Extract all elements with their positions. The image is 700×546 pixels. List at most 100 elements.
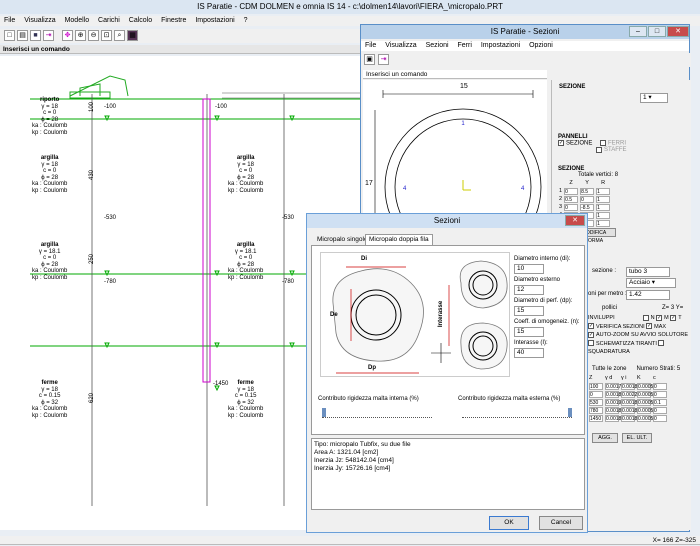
info-line: Area A: 1321.04 [cm2] — [314, 449, 379, 456]
sezioni-toolbar: ▣ ⇥ — [361, 53, 691, 67]
ok-button[interactable]: OK — [489, 516, 529, 530]
sezioni-menubar: File Visualizza Sezioni Ferri Impostazio… — [361, 41, 689, 51]
i-label: Interasse (I): — [514, 340, 548, 346]
material-select[interactable]: Acciaio ▾ — [626, 278, 676, 288]
menu-finestre[interactable]: Finestre — [161, 17, 186, 24]
options-group: INVILUPPI N ✓ M ✓ T ✓ VERIFICA SEZIONI ✓ MAX … — [588, 314, 688, 355]
di-input[interactable]: 10 — [514, 264, 544, 274]
m-checkbox[interactable]: ✓ — [656, 314, 663, 321]
info-box: Tipo: micropalo Tubfix, su due file Area… — [311, 438, 585, 510]
minimize-icon[interactable]: – — [629, 26, 647, 37]
main-status-bar: X= 166 Z=-325 — [0, 536, 700, 545]
img-dp-label: Dp — [368, 365, 376, 371]
sez-menu-ferri[interactable]: Ferri — [458, 42, 472, 49]
dp-input[interactable]: 15 — [514, 306, 544, 316]
sez-menu-sezioni[interactable]: Sezioni — [426, 42, 449, 49]
max-checkbox[interactable]: ✓ — [646, 323, 653, 330]
tab-content: Di De Dp Interasse Diametro interno (di)… — [311, 245, 585, 435]
info-line: Inerzia Jy: 15726.16 [cm4] — [314, 465, 391, 472]
pannelli-staffe-checkbox[interactable] — [596, 146, 602, 153]
n-label: Coeff. di omogeneiz. (n): — [514, 319, 580, 325]
main-title: IS Paratie - CDM DOLMEN e omnia IS 14 - … — [0, 0, 700, 14]
table-row[interactable]: 100 0.0017 0.0018 0.00050 0 — [588, 382, 668, 390]
exit-icon[interactable]: ⇥ — [43, 30, 54, 41]
sez-menu-file[interactable]: File — [365, 42, 376, 49]
svg-text:1: 1 — [461, 121, 465, 127]
img-interasse-label: Interasse — [438, 300, 445, 328]
slider-thumb[interactable] — [568, 408, 572, 417]
pannelli-ferri-checkbox[interactable] — [600, 140, 607, 146]
i-input[interactable]: 40 — [514, 348, 544, 358]
slider-thumb[interactable] — [322, 408, 326, 417]
table-row[interactable]: 2 0.5 0 1 — [558, 195, 611, 203]
autozoom-checkbox[interactable]: ✓ — [588, 331, 594, 338]
slider2-label: Contributo rigidezza malta esterna (%) — [458, 396, 561, 402]
sez-menu-visualizza[interactable]: Visualizza — [385, 42, 416, 49]
thick-4: 620 — [89, 392, 96, 404]
menu-carichi[interactable]: Carichi — [98, 17, 120, 24]
maximize-icon[interactable]: □ — [648, 26, 666, 37]
section-tool-icon[interactable]: ▣ — [364, 54, 375, 65]
soil-label-2: argilla γ = 18 c = 0 ϕ = 28 ka : Coulomb … — [32, 155, 68, 194]
sezioni-dialog: Sezioni ✕ Micropalo singolo Micropalo do… — [306, 213, 588, 533]
menu-calcolo[interactable]: Calcolo — [129, 17, 152, 24]
section-dim-left: 17 — [365, 180, 373, 187]
sez-menu-opzioni[interactable]: Opzioni — [529, 42, 553, 49]
section-type-field[interactable]: tubo 3 — [626, 267, 670, 277]
n-input[interactable]: 15 — [514, 327, 544, 337]
sez-exit-icon[interactable]: ⇥ — [378, 54, 389, 65]
main-command-bar[interactable]: Inserisci un comando — [0, 45, 360, 54]
squadratura-checkbox[interactable] — [658, 340, 665, 347]
table-row[interactable]: 3 0 -8.5 1 — [558, 203, 611, 211]
slider-malta-esterna[interactable] — [462, 408, 572, 418]
new-file-icon[interactable]: □ — [4, 30, 15, 41]
zoom-out-icon[interactable]: ⊖ — [88, 30, 99, 41]
soil-label-3: argilla γ = 18.1 c = 0 ϕ = 28 ka : Coulom… — [32, 242, 68, 281]
cancel-button[interactable]: Cancel — [539, 516, 583, 530]
table-row[interactable]: 1450 0.0018 0.0018 0.00050 0 — [588, 414, 668, 422]
menu-visualizza[interactable]: Visualizza — [24, 17, 55, 24]
depth-right-1: -100 — [215, 104, 228, 110]
di-label: Diametro interno (di): — [514, 256, 571, 262]
section-number-select[interactable]: 1 ▾ — [640, 93, 668, 103]
strata-header: Tutte le zone Numero Strati: 5 — [592, 366, 681, 372]
sez-menu-impostazioni[interactable]: Impostazioni — [481, 42, 520, 49]
menu-file[interactable]: File — [4, 17, 15, 24]
menu-modello[interactable]: Modello — [65, 17, 90, 24]
sezione-group: SEZIONE 1 ▾ — [558, 84, 678, 128]
strata-table: Zγ dγ iKc 100 0.0017 0.0018 0.00050 0 0 0.001… — [588, 374, 668, 422]
t-checkbox[interactable]: ✓ — [670, 314, 677, 321]
slider-malta-interna[interactable] — [322, 408, 432, 418]
zy-readout: Z= 3 Y= — [662, 305, 684, 311]
el-ult-button[interactable]: EL. ULT. — [622, 433, 652, 443]
zoom-all-icon[interactable]: ⌕ — [114, 30, 125, 41]
schematizza-checkbox[interactable] — [588, 340, 594, 347]
agg-button[interactable]: AGG. — [592, 433, 618, 443]
excavator-icon — [69, 75, 129, 99]
zoom-window-icon[interactable]: ⊡ — [101, 30, 112, 41]
table-row[interactable]: 780 0.0018 0.0018 0.00050 0 — [588, 406, 668, 414]
n-checkbox[interactable] — [642, 314, 649, 321]
close-icon[interactable]: ✕ — [667, 26, 689, 37]
thick-3: 250 — [89, 253, 96, 265]
save-icon[interactable]: ■ — [30, 30, 41, 41]
verifica-checkbox[interactable]: ✓ — [588, 323, 594, 330]
open-folder-icon[interactable]: ▤ — [17, 30, 28, 41]
pannelli-sezione-checkbox[interactable]: ✓ — [558, 140, 564, 146]
de-input[interactable]: 12 — [514, 285, 544, 295]
dialog-title: Sezioni — [307, 214, 587, 228]
ferri-per-metro-field[interactable]: 1.42 — [626, 290, 670, 300]
sezioni-command-bar[interactable]: Inserisci un comando — [363, 70, 547, 79]
table-row[interactable]: 530 0.0019 0.0018 0.00050 0.1 — [588, 398, 668, 406]
pan-icon[interactable]: ✥ — [62, 30, 73, 41]
menu-help[interactable]: ? — [244, 17, 248, 24]
menu-impostazioni[interactable]: Impostazioni — [195, 17, 234, 24]
depth-left-3: -780 — [104, 279, 117, 285]
table-row[interactable]: 0 0.0018 0.0022 0.00050 0 — [588, 390, 668, 398]
depth-left-2: -530 — [104, 215, 117, 221]
table-row[interactable]: 1 0 8.5 1 — [558, 187, 611, 195]
dialog-close-icon[interactable]: ✕ — [565, 215, 585, 226]
zoom-in-icon[interactable]: ⊕ — [75, 30, 86, 41]
micropile-element — [202, 98, 211, 383]
palette-icon[interactable]: ▦ — [127, 30, 138, 41]
